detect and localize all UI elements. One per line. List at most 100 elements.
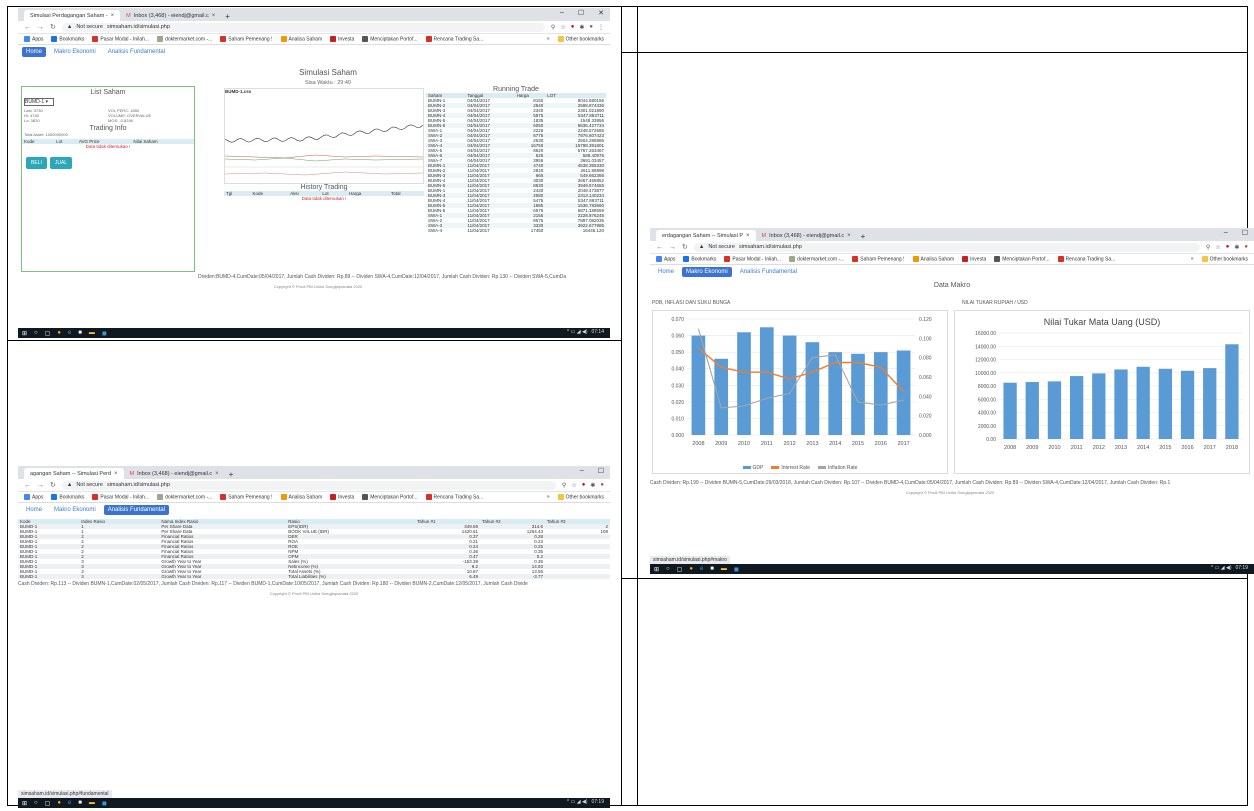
store-icon[interactable]: ■	[78, 330, 82, 336]
nav-makro[interactable]: Makro Ekonomi	[50, 47, 100, 57]
more-bookmarks[interactable]: »	[547, 36, 550, 42]
store-icon[interactable]: ■	[710, 566, 714, 572]
star-icon[interactable]: ☆	[560, 24, 565, 31]
more-bookmarks[interactable]: »	[547, 494, 550, 500]
browser-tab[interactable]: M Inbox (3,468) - eiendj@gmail.c ×	[124, 468, 225, 479]
minimize-icon[interactable]: –	[1224, 229, 1228, 237]
taskview-icon[interactable]: ▢	[677, 566, 683, 573]
maximize-icon[interactable]: ☐	[598, 467, 604, 475]
bookmark-item[interactable]: Investa	[962, 255, 986, 262]
close-icon[interactable]: ×	[212, 13, 216, 19]
nav-fundamental[interactable]: Analisis Fundamental	[104, 47, 169, 57]
minimize-icon[interactable]: –	[580, 467, 584, 475]
bookmark-item[interactable]: Menciptakan Portof...	[362, 493, 418, 500]
extension-icon[interactable]: ●	[582, 482, 586, 489]
bookmark-item[interactable]: Analisa Saham	[280, 493, 322, 500]
app-icon[interactable]: ◼	[102, 330, 107, 337]
nav-home[interactable]: Home	[22, 47, 47, 57]
other-bookmarks[interactable]: Other bookmarks	[557, 493, 604, 500]
new-tab-icon[interactable]: +	[221, 12, 234, 21]
app-icon[interactable]: ◼	[102, 800, 107, 807]
store-icon[interactable]: ■	[78, 800, 82, 806]
extension-icon[interactable]: ●	[1226, 244, 1230, 251]
other-bookmarks[interactable]: Other bookmarks	[1201, 255, 1248, 262]
bookmark-item[interactable]: Pasar Modal - Inilah...	[724, 255, 781, 262]
puzzle-icon[interactable]: ✱	[579, 24, 584, 31]
back-icon[interactable]: ←	[24, 482, 31, 489]
reload-icon[interactable]: ↻	[50, 481, 56, 489]
bookmark-item[interactable]: doktermarket.com -...	[789, 255, 844, 262]
folder-icon[interactable]: ▬	[89, 800, 95, 806]
chrome-icon[interactable]: ●	[689, 566, 693, 572]
url-field[interactable]: ▲ Not secure simsaham.id/simulasi.php	[61, 480, 556, 490]
close-icon[interactable]: ×	[215, 471, 219, 477]
close-icon[interactable]: ×	[111, 13, 115, 19]
bookmark-item[interactable]: Rencana Trading Sa...	[425, 493, 483, 500]
bookmark-item[interactable]: Bookmarks	[683, 255, 716, 262]
bookmark-item[interactable]: Saham Pemenang !	[220, 493, 273, 500]
browser-tab[interactable]: agangan Saham -- Simulasi Perd ×	[24, 468, 124, 479]
minimize-icon[interactable]: –	[560, 9, 564, 17]
extension-icon[interactable]: ●	[571, 24, 575, 31]
edge-icon[interactable]: e	[68, 330, 71, 336]
bookmark-item[interactable]: Pasar Modal - Inilah...	[92, 493, 149, 500]
reload-icon[interactable]: ↻	[682, 243, 688, 251]
back-icon[interactable]: ←	[24, 24, 31, 31]
bookmark-item[interactable]: doktermarket.com -...	[157, 493, 212, 500]
bookmark-item[interactable]: doktermarket.com -...	[157, 35, 212, 42]
menu-icon[interactable]: ⋮	[598, 24, 604, 31]
app-icon[interactable]: ◼	[734, 566, 739, 573]
nav-makro[interactable]: Makro Ekonomi	[682, 267, 732, 277]
bookmark-item[interactable]: Rencana Trading Sa...	[425, 35, 483, 42]
bookmark-item[interactable]: Apps	[24, 35, 43, 42]
browser-tab[interactable]: erdagangan Saham -- Simulasi P ×	[656, 230, 756, 241]
bookmark-item[interactable]: Menciptakan Portof...	[362, 35, 418, 42]
search-icon[interactable]: ⚲	[551, 24, 555, 31]
bookmark-item[interactable]: Rencana Trading Sa...	[1057, 255, 1115, 262]
nav-home[interactable]: Home	[654, 267, 678, 277]
search-icon[interactable]: ○	[34, 800, 38, 806]
bookmark-item[interactable]: Investa	[330, 493, 354, 500]
bookmark-item[interactable]: Analisa Saham	[912, 255, 954, 262]
edge-icon[interactable]: e	[68, 800, 71, 806]
browser-tab[interactable]: M Inbox (3,468) - eiendj@gmail.c ×	[756, 230, 857, 241]
folder-icon[interactable]: ▬	[721, 566, 727, 572]
taskview-icon[interactable]: ▢	[45, 800, 51, 807]
search-icon[interactable]: ○	[34, 330, 38, 336]
bookmark-item[interactable]: Investa	[330, 35, 354, 42]
browser-tab[interactable]: M Inbox (3,468) - eiendj@gmail.c ×	[120, 10, 221, 21]
reload-icon[interactable]: ↻	[50, 23, 56, 31]
bookmark-item[interactable]: Analisa Saham	[280, 35, 322, 42]
close-window-icon[interactable]: ✕	[598, 9, 604, 17]
windows-icon[interactable]: ⊞	[22, 330, 27, 337]
edge-icon[interactable]: e	[700, 566, 703, 572]
close-icon[interactable]: ×	[746, 233, 750, 239]
windows-icon[interactable]: ⊞	[22, 800, 27, 807]
nav-home[interactable]: Home	[22, 505, 46, 515]
windows-icon[interactable]: ⊞	[654, 566, 659, 573]
folder-icon[interactable]: ▬	[89, 330, 95, 336]
chrome-icon[interactable]: ●	[57, 800, 61, 806]
forward-icon[interactable]: →	[669, 244, 676, 251]
nav-makro[interactable]: Makro Ekonomi	[50, 505, 100, 515]
forward-icon[interactable]: →	[37, 24, 44, 31]
bookmark-item[interactable]: Pasar Modal - Inilah...	[92, 35, 149, 42]
puzzle-icon[interactable]: ✱	[590, 482, 595, 489]
buy-button[interactable]: BELI	[26, 157, 47, 169]
taskview-icon[interactable]: ▢	[45, 330, 51, 337]
bookmark-item[interactable]: Saham Pemenang !	[852, 255, 905, 262]
url-field[interactable]: ▲ Not secure simsaham.id/simulasi.php	[693, 242, 1200, 252]
maximize-icon[interactable]: ☐	[578, 9, 584, 17]
sell-button[interactable]: JUAL	[49, 157, 73, 169]
new-tab-icon[interactable]: +	[225, 470, 238, 479]
other-bookmarks[interactable]: Other bookmarks	[557, 35, 604, 42]
back-icon[interactable]: ←	[656, 244, 663, 251]
star-icon[interactable]: ☆	[1215, 244, 1220, 251]
maximize-icon[interactable]: ☐	[1242, 229, 1248, 237]
avatar[interactable]: ●	[1244, 244, 1248, 251]
more-bookmarks[interactable]: »	[1191, 256, 1194, 262]
chrome-icon[interactable]: ●	[57, 330, 61, 336]
search-icon[interactable]: ⚲	[562, 482, 566, 489]
star-icon[interactable]: ☆	[571, 482, 576, 489]
search-icon[interactable]: ⚲	[1206, 244, 1210, 251]
